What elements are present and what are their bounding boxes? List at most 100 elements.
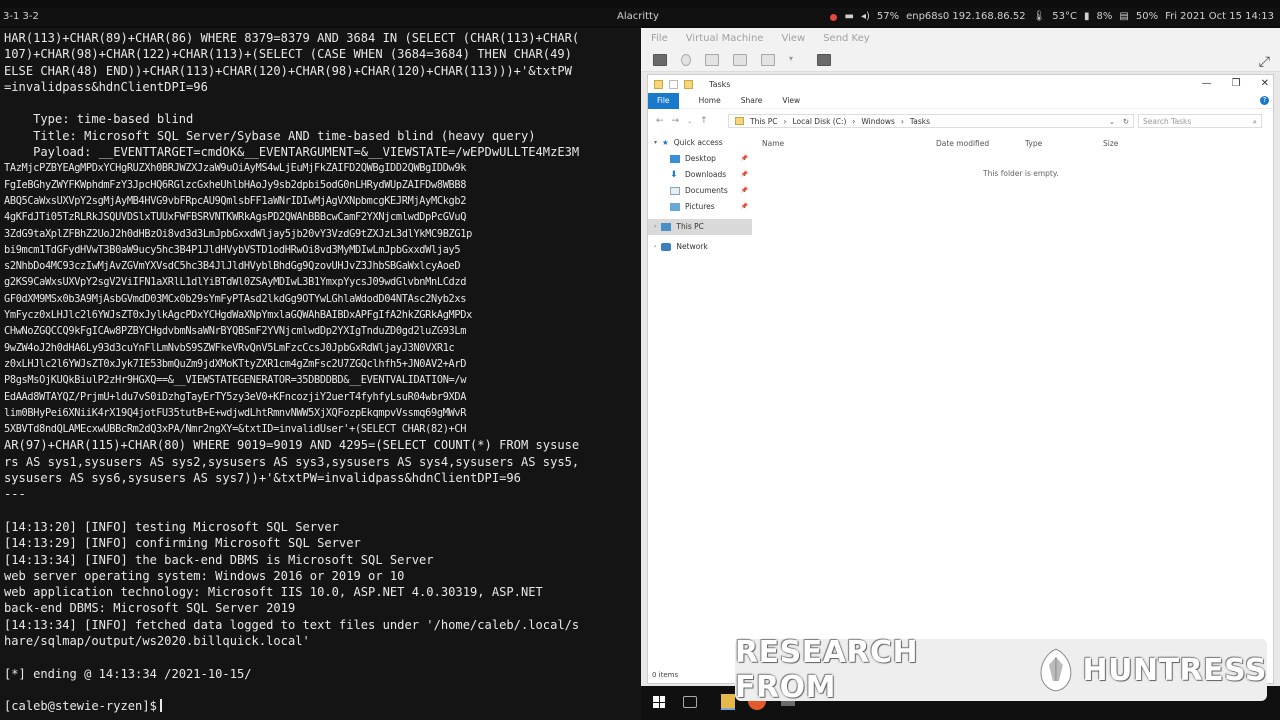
terminal-line: [14:13:34] [INFO] fetched data logged to… xyxy=(4,617,580,632)
menu-virtual-machine[interactable]: Virtual Machine xyxy=(686,33,764,44)
terminal-line: hare/sqlmap/output/ws2020.billquick.loca… xyxy=(4,633,310,648)
system-tray: ▬ ◂) 57% enp68s0 192.168.86.52 🌡 53°C ▮ … xyxy=(830,8,1274,26)
snapshot-icon[interactable] xyxy=(817,53,831,66)
virtual-machine-window[interactable]: File Virtual Machine View Send Key ▾ ⤢ T… xyxy=(641,28,1280,720)
terminal-line: Title: Microsoft SQL Server/Sybase AND t… xyxy=(4,128,536,143)
network-status: enp68s0 192.168.86.52 xyxy=(906,11,1026,22)
tab-home[interactable]: Home xyxy=(699,96,721,105)
nav-label: Quick access xyxy=(673,138,723,147)
refresh-icon[interactable]: ↻ xyxy=(1123,117,1129,126)
menu-view[interactable]: View xyxy=(781,33,805,44)
banner-huntress-text: HUNTRESS xyxy=(1082,652,1267,688)
pin-icon: 📌 xyxy=(740,187,748,194)
forward-icon[interactable]: → xyxy=(672,116,680,126)
nav-label: Pictures xyxy=(685,202,715,211)
tab-view[interactable]: View xyxy=(782,96,800,105)
menu-file[interactable]: File xyxy=(651,33,668,44)
breadcrumb[interactable]: This PC › Local Disk (C:) › Windows › Tasks… xyxy=(728,114,1134,128)
record-icon xyxy=(830,13,838,21)
nav-downloads[interactable]: ⬇ Downloads 📌 xyxy=(648,167,752,183)
back-icon[interactable]: ← xyxy=(656,116,664,126)
terminal-prompt-line[interactable]: [caleb@stewie-ryzen]$ xyxy=(4,698,641,714)
address-dropdown-icon[interactable]: ⌄ xyxy=(1109,117,1115,126)
nav-label: This PC xyxy=(676,222,704,231)
cpu-value: 8% xyxy=(1096,11,1113,22)
search-placeholder: Search Tasks xyxy=(1143,117,1192,126)
nav-network[interactable]: › Network xyxy=(648,239,752,255)
nav-this-pc[interactable]: › This PC xyxy=(648,219,752,235)
column-name[interactable]: Name xyxy=(762,139,784,148)
terminal-line: P8gsMsOjKUQkBiulP2zHr9HGXQ==&__VIEWSTATE… xyxy=(4,374,467,387)
terminal-line: ELSE CHAR(48) END))+CHAR(113)+CHAR(120)+… xyxy=(4,63,572,78)
star-icon: ★ xyxy=(662,138,669,147)
terminal-line: [14:13:20] [INFO] testing Microsoft SQL … xyxy=(4,519,339,534)
pause-icon[interactable] xyxy=(733,53,747,66)
address-row: ← → ⌄ ↑ This PC › Local Disk (C:) › Window… xyxy=(648,109,1273,133)
chevron-down-icon: ▾ xyxy=(654,139,658,146)
chevron-right-icon: › xyxy=(654,223,657,230)
terminal-line: 107)+CHAR(98)+CHAR(122)+CHAR(113)+(SELEC… xyxy=(4,47,572,62)
address-folder-icon xyxy=(735,117,744,125)
start-icon[interactable] xyxy=(653,696,665,708)
stop-icon[interactable] xyxy=(761,53,775,66)
tab-share[interactable]: Share xyxy=(741,96,763,105)
computer-icon xyxy=(661,223,672,231)
terminal-line: [14:13:29] [INFO] confirming Microsoft S… xyxy=(4,536,361,551)
terminal-prompt: [caleb@stewie-ryzen]$ xyxy=(4,699,157,714)
task-view-icon[interactable] xyxy=(683,696,697,708)
dropdown-icon[interactable]: ▾ xyxy=(789,54,803,66)
maximize-button[interactable]: ❐ xyxy=(1232,75,1241,93)
properties-icon[interactable] xyxy=(669,79,678,89)
search-icon: ⌕ xyxy=(1252,117,1257,126)
pin-icon: 📌 xyxy=(740,155,748,162)
column-size[interactable]: Size xyxy=(1103,139,1118,148)
terminal-line: s2NhbDo4MC93czIwMjAvZGVmYXVsdC5hc3B4JlJl… xyxy=(4,260,461,273)
nav-quick-access[interactable]: ▾ ★ Quick access xyxy=(648,135,752,151)
terminal-payload: TAzMjcPZBYEAgMPDxYCHgRUZXh0BRJWZXJzaW9uO… xyxy=(4,160,641,437)
workspace-indicator[interactable]: 3-1 3-2 xyxy=(3,8,39,26)
column-date-modified[interactable]: Date modified xyxy=(936,139,989,148)
new-folder-icon[interactable] xyxy=(684,79,693,89)
crumb-sep-icon: › xyxy=(783,116,787,126)
bulb-icon[interactable] xyxy=(681,53,691,66)
download-icon: ⬇ xyxy=(670,170,678,180)
clock: Fri 2021 Oct 15 14:13 xyxy=(1165,11,1274,22)
tab-file[interactable]: File xyxy=(648,92,679,109)
help-icon[interactable]: ? xyxy=(1260,96,1269,105)
crumb-local-disk[interactable]: Local Disk (C:) xyxy=(792,117,846,126)
terminal-line: rs AS sys1,sysusers AS sys2,sysusers AS … xyxy=(4,454,580,469)
file-list[interactable]: Name Date modified Type Size This folder… xyxy=(758,135,1258,179)
play-icon[interactable] xyxy=(705,53,719,66)
recent-icon[interactable]: ⌄ xyxy=(687,118,692,125)
nav-pictures[interactable]: Pictures 📌 xyxy=(648,199,752,215)
terminal-line: web application technology: Microsoft II… xyxy=(4,585,543,600)
navigation-pane: ▾ ★ Quick access Desktop 📌 ⬇ Downloads 📌… xyxy=(648,135,752,255)
column-type[interactable]: Type xyxy=(1025,139,1042,148)
file-explorer-window[interactable]: Tasks — ❐ ✕ File Home Share View ? ← → ⌄… xyxy=(647,74,1274,684)
up-icon[interactable]: ↑ xyxy=(700,116,708,126)
close-button[interactable]: ✕ xyxy=(1261,75,1269,93)
terminal-line: 3ZdG9taXplZFBhZ2UoJ2h0dHBzOi8vd3d3LmJpbG… xyxy=(4,227,472,240)
search-input[interactable]: Search Tasks ⌕ xyxy=(1138,114,1262,128)
display-icon[interactable] xyxy=(653,53,667,66)
terminal-output-top: HAR(113)+CHAR(89)+CHAR(86) WHERE 8379=83… xyxy=(4,30,641,160)
nav-documents[interactable]: Documents 📌 xyxy=(648,183,752,199)
memory-icon: ▤ xyxy=(1119,11,1129,22)
window-title: Alacritty xyxy=(617,11,659,22)
fullscreen-icon[interactable]: ⤢ xyxy=(1259,54,1270,70)
status-bar: 3-1 3-2 Alacritty ▬ ◂) 57% enp68s0 192.1… xyxy=(0,8,1280,26)
crumb-this-pc[interactable]: This PC xyxy=(750,117,777,126)
terminal-line: GF0dXM9MSx0b3A9MjAsbGVmdD03MCx0b29sYmFyP… xyxy=(4,292,467,305)
crumb-tasks[interactable]: Tasks xyxy=(910,117,930,126)
terminal-line: g2KS9CaWxsUXVpY2sgV2ViIFN1aXRlL1dlYiBTdW… xyxy=(4,276,467,289)
crumb-windows[interactable]: Windows xyxy=(861,117,894,126)
nav-label: Network xyxy=(676,242,708,251)
terminal-output-bottom: AR(97)+CHAR(115)+CHAR(80) WHERE 9019=901… xyxy=(4,437,641,698)
nav-desktop[interactable]: Desktop 📌 xyxy=(648,151,752,167)
file-explorer-taskbar-icon[interactable] xyxy=(721,694,735,710)
terminal-window[interactable]: HAR(113)+CHAR(89)+CHAR(86) WHERE 8379=83… xyxy=(0,28,641,720)
cpu-icon: ▮ xyxy=(1084,11,1090,22)
menu-send-key[interactable]: Send Key xyxy=(823,33,870,44)
minimize-button[interactable]: — xyxy=(1202,75,1212,93)
